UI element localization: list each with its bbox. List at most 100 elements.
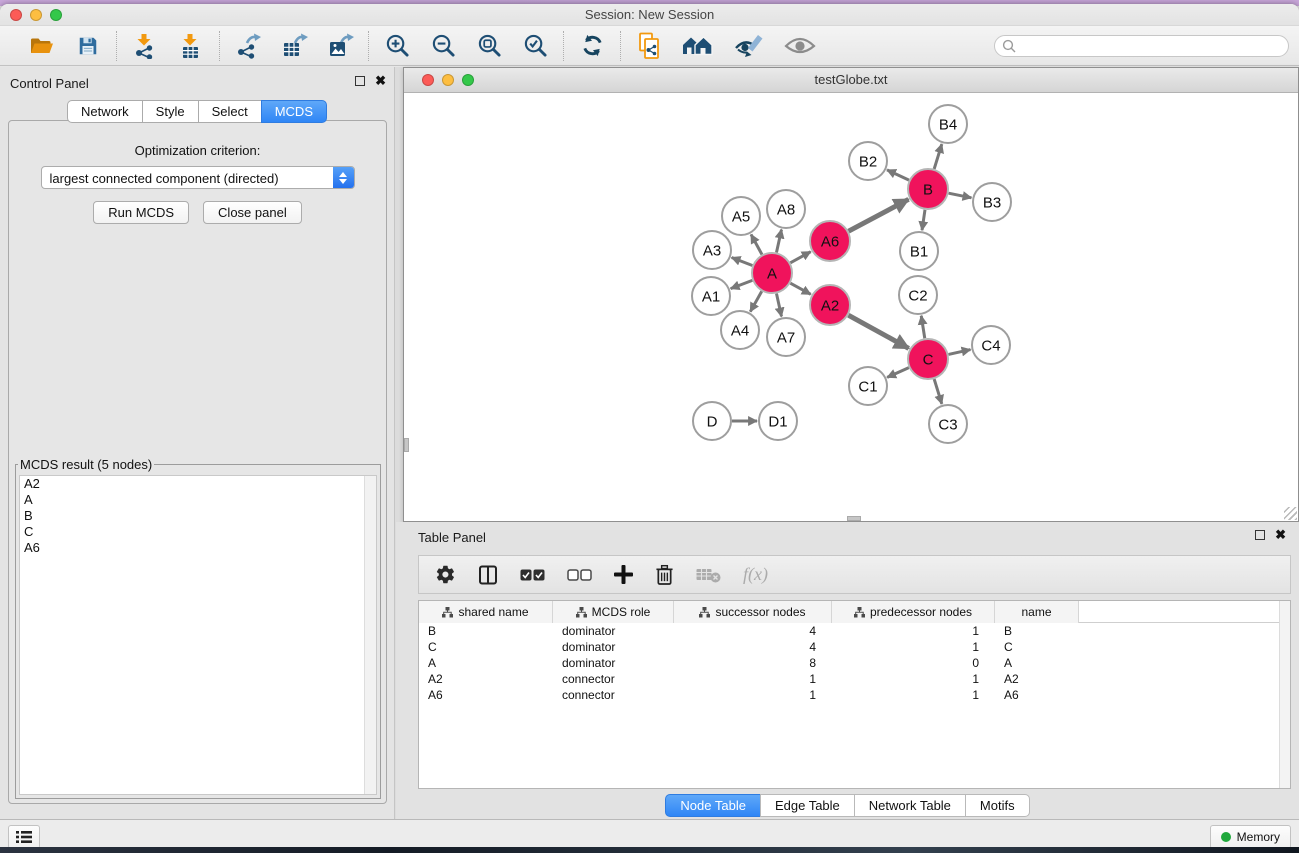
export-network-icon[interactable] <box>234 32 262 60</box>
float-panel-icon[interactable] <box>355 76 365 86</box>
import-table-icon[interactable] <box>177 32 205 60</box>
column-header-predecessor-nodes[interactable]: predecessor nodes <box>832 601 995 623</box>
open-folder-icon[interactable] <box>28 32 56 60</box>
optimization-select[interactable]: largest connected component (directed) <box>41 166 355 189</box>
save-icon[interactable] <box>74 32 102 60</box>
graph-node-B2[interactable]: B2 <box>849 142 887 180</box>
deselect-all-checkboxes-icon[interactable] <box>567 569 592 581</box>
delete-table-icon[interactable] <box>696 567 721 583</box>
tab-mcds[interactable]: MCDS <box>261 100 327 123</box>
graph-edge-A6-B[interactable] <box>849 199 909 231</box>
column-header-shared-name[interactable]: shared name <box>419 601 553 623</box>
window-resize-grip[interactable] <box>1284 507 1297 520</box>
graph-node-A7[interactable]: A7 <box>767 318 805 356</box>
graph-node-A[interactable]: A <box>752 253 792 293</box>
graph-edge-B-B3[interactable] <box>949 193 972 198</box>
table-row[interactable]: Adominator80A <box>419 655 1290 671</box>
memory-button[interactable]: Memory <box>1210 825 1291 849</box>
graph-node-B[interactable]: B <box>908 169 948 209</box>
settings-gear-icon[interactable] <box>435 564 456 585</box>
graph-node-B1[interactable]: B1 <box>900 232 938 270</box>
graph-node-A3[interactable]: A3 <box>693 231 731 269</box>
graph-node-A5[interactable]: A5 <box>722 197 760 235</box>
select-all-checkboxes-icon[interactable] <box>520 569 545 581</box>
close-panel-button[interactable]: Close panel <box>203 201 302 224</box>
result-list-scrollbar[interactable] <box>364 476 376 794</box>
zoom-selected-icon[interactable] <box>521 32 549 60</box>
close-table-panel-icon[interactable]: ✖ <box>1275 530 1286 540</box>
search-input[interactable] <box>994 35 1289 57</box>
graph-edge-A-A7[interactable] <box>776 294 781 317</box>
graph-edge-B-B1[interactable] <box>922 210 925 230</box>
delete-column-trash-icon[interactable] <box>655 564 674 586</box>
graph-edge-A-A2[interactable] <box>790 283 810 294</box>
graph-edge-B-B4[interactable] <box>934 144 942 169</box>
graph-edge-A-A1[interactable] <box>731 280 753 288</box>
network-canvas[interactable]: B4B2BB3B1A5A8A6A3AA1C2A2A4A7CC4C1C3DD1 <box>404 93 1298 521</box>
graph-node-A4[interactable]: A4 <box>721 311 759 349</box>
export-image-icon[interactable] <box>326 32 354 60</box>
graph-edge-C-C4[interactable] <box>948 350 970 355</box>
function-builder-icon[interactable]: f(x) <box>743 564 768 585</box>
mcds-result-item[interactable]: A2 <box>20 476 376 492</box>
run-mcds-button[interactable]: Run MCDS <box>93 201 189 224</box>
import-network-icon[interactable] <box>131 32 159 60</box>
eye-pen-icon[interactable] <box>733 32 765 60</box>
graph-edge-A2-C[interactable] <box>848 315 908 348</box>
column-header-MCDS-role[interactable]: MCDS role <box>553 601 674 623</box>
tab-select[interactable]: Select <box>198 100 261 123</box>
graph-edge-A-A4[interactable] <box>750 291 761 311</box>
tab-node-table[interactable]: Node Table <box>665 794 760 817</box>
tab-motifs[interactable]: Motifs <box>965 794 1030 817</box>
graph-edge-A-A8[interactable] <box>776 230 781 253</box>
zoom-out-icon[interactable] <box>429 32 457 60</box>
export-table-icon[interactable] <box>280 32 308 60</box>
graph-node-C2[interactable]: C2 <box>899 276 937 314</box>
duplicate-network-icon[interactable] <box>635 32 663 60</box>
table-row[interactable]: Bdominator41B <box>419 623 1290 639</box>
graph-edge-C-C2[interactable] <box>921 316 925 339</box>
tab-edge-table[interactable]: Edge Table <box>760 794 854 817</box>
column-header-successor-nodes[interactable]: successor nodes <box>674 601 832 623</box>
column-header-name[interactable]: name <box>995 601 1079 623</box>
graph-node-C[interactable]: C <box>908 339 948 379</box>
mcds-result-item[interactable]: B <box>20 508 376 524</box>
mcds-result-item[interactable]: C <box>20 524 376 540</box>
close-panel-icon[interactable]: ✖ <box>375 76 386 86</box>
graph-node-D1[interactable]: D1 <box>759 402 797 440</box>
mcds-result-item[interactable]: A <box>20 492 376 508</box>
zoom-fit-icon[interactable] <box>475 32 503 60</box>
table-row[interactable]: A2connector11A2 <box>419 671 1290 687</box>
mcds-result-item[interactable]: A6 <box>20 540 376 556</box>
add-column-icon[interactable] <box>614 565 633 584</box>
canvas-horizontal-scroll-nub[interactable] <box>847 516 861 521</box>
graph-edge-B-B2[interactable] <box>887 170 909 180</box>
graph-node-B3[interactable]: B3 <box>973 183 1011 221</box>
graph-node-A6[interactable]: A6 <box>810 221 850 261</box>
refresh-view-icon[interactable] <box>578 32 606 60</box>
task-history-button[interactable] <box>8 825 40 849</box>
network-window-titlebar[interactable]: testGlobe.txt <box>404 68 1298 93</box>
graph-edge-A-A5[interactable] <box>751 234 762 254</box>
table-row[interactable]: Cdominator41C <box>419 639 1290 655</box>
column-layout-icon[interactable] <box>478 565 498 585</box>
tab-network[interactable]: Network <box>67 100 142 123</box>
tab-style[interactable]: Style <box>142 100 198 123</box>
graph-node-B4[interactable]: B4 <box>929 105 967 143</box>
graph-edge-C-C1[interactable] <box>887 368 909 378</box>
table-vertical-scrollbar[interactable] <box>1279 601 1290 788</box>
float-table-panel-icon[interactable] <box>1255 530 1265 540</box>
zoom-in-icon[interactable] <box>383 32 411 60</box>
graph-node-C3[interactable]: C3 <box>929 405 967 443</box>
graph-edge-C-C3[interactable] <box>934 379 942 404</box>
graph-node-A2[interactable]: A2 <box>810 285 850 325</box>
graph-node-A8[interactable]: A8 <box>767 190 805 228</box>
eye-icon[interactable] <box>783 32 817 60</box>
graph-node-D[interactable]: D <box>693 402 731 440</box>
network-graph[interactable]: B4B2BB3B1A5A8A6A3AA1C2A2A4A7CC4C1C3DD1 <box>404 93 1298 521</box>
graph-node-C1[interactable]: C1 <box>849 367 887 405</box>
graph-edge-A-A6[interactable] <box>790 252 810 263</box>
tab-network-table[interactable]: Network Table <box>854 794 965 817</box>
mcds-result-list[interactable]: A2ABCA6 <box>19 475 377 795</box>
graph-node-A1[interactable]: A1 <box>692 277 730 315</box>
